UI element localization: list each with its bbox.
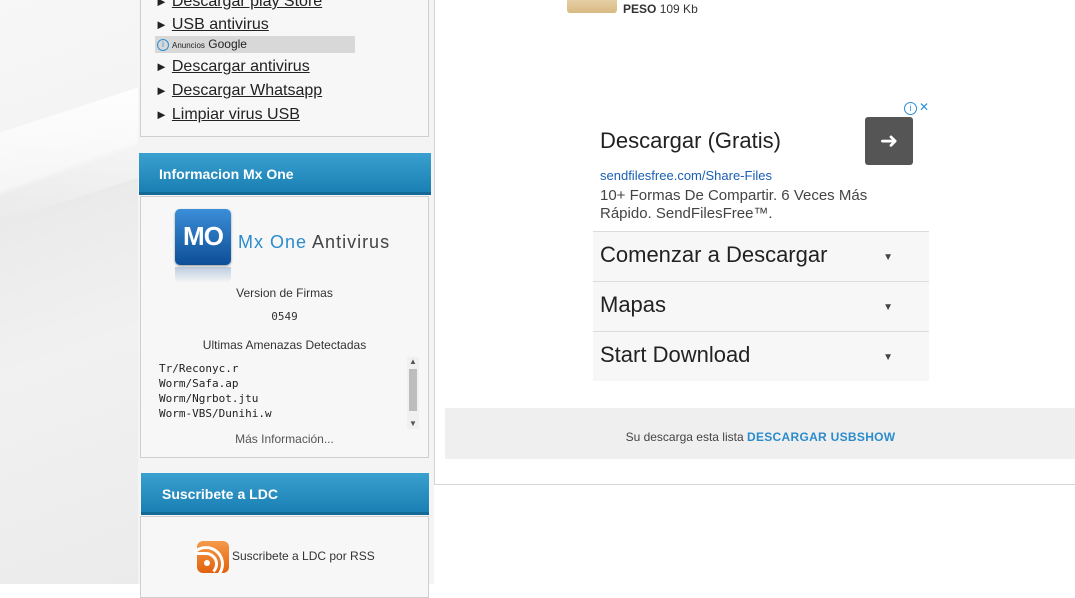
- ad-go-button[interactable]: ➜: [865, 117, 913, 165]
- peso-value: 109 Kb: [659, 2, 698, 16]
- link-label: Descargar antivirus: [171, 58, 310, 75]
- threats-list: Tr/Reconyc.r Worm/Safa.ap Worm/Ngrbot.jt…: [159, 361, 405, 427]
- caret-down-icon: ▼: [883, 252, 893, 263]
- file-size: PESO 109 Kb: [623, 2, 698, 16]
- subscribe-box: Suscribete a LDC por RSS: [140, 516, 429, 598]
- ad-row-label: Mapas: [600, 292, 667, 317]
- brand-blue: Mx One: [238, 232, 308, 252]
- arrow-right-icon: ►: [155, 107, 168, 122]
- scroll-down-icon[interactable]: ▼: [407, 419, 419, 429]
- link-limpiar-virus-usb[interactable]: ► Limpiar virus USB: [155, 106, 300, 124]
- threat-item: Worm/Ngrbot.jtu: [159, 392, 259, 405]
- ad-choices[interactable]: i ✕: [897, 100, 929, 116]
- mx-one-logo[interactable]: MO: [175, 209, 231, 265]
- link-label: Descargar play Store: [171, 0, 323, 10]
- links-box: ► Descargar play Store ► USB antivirus i An…: [140, 0, 429, 137]
- firmas-label: Version de Firmas: [236, 286, 333, 300]
- caret-down-icon: ▼: [883, 352, 893, 363]
- ad-row-start-download[interactable]: Start Download ▼: [593, 331, 929, 381]
- ad-url[interactable]: sendfilesfree.com/Share-Files: [600, 168, 772, 183]
- rss-icon[interactable]: [188, 541, 229, 582]
- close-icon[interactable]: ✕: [919, 100, 929, 114]
- link-descargar-whatsapp[interactable]: ► Descargar Whatsapp: [155, 82, 322, 100]
- ad-row-mapas[interactable]: Mapas ▼: [593, 281, 929, 331]
- link-label: USB antivirus: [171, 16, 269, 33]
- ads-brand: Google: [208, 37, 247, 51]
- google-ads-bar[interactable]: i Anuncios Google: [155, 36, 355, 53]
- threat-item: Worm-VBS/Dunihi.w: [159, 407, 272, 420]
- firmas-value: 0549: [271, 310, 298, 323]
- threat-item: Tr/Reconyc.r: [159, 362, 239, 375]
- link-label: Limpiar virus USB: [171, 106, 300, 123]
- info-icon[interactable]: i: [903, 102, 917, 115]
- logo-text: MO: [183, 221, 224, 251]
- page-background: [0, 0, 138, 584]
- arrow-right-icon: ►: [155, 0, 168, 9]
- peso-label: PESO: [623, 2, 657, 16]
- ad-unit: i ✕ Descargar (Gratis) ➜ sendfilesfree.co…: [593, 100, 929, 381]
- threat-item: Worm/Safa.ap: [159, 377, 239, 390]
- ad-row-label: Comenzar a Descargar: [600, 242, 828, 267]
- arrow-right-icon: ►: [155, 59, 168, 74]
- brand-dark: Antivirus: [312, 232, 391, 252]
- section-title: Informacion Mx One: [159, 166, 294, 182]
- caret-down-icon: ▼: [883, 302, 893, 313]
- download-link[interactable]: DESCARGAR USBSHOW: [747, 430, 895, 444]
- arrow-right-icon: ➜: [879, 128, 899, 153]
- arrow-right-icon: ►: [155, 17, 168, 32]
- info-section-header: Informacion Mx One: [139, 153, 431, 195]
- subscribe-section-header: Suscribete a LDC: [141, 473, 429, 515]
- ad-row-comenzar[interactable]: Comenzar a Descargar ▼: [593, 231, 929, 281]
- logo-reflection: [175, 267, 231, 283]
- download-text: Su descarga esta lista: [625, 430, 744, 444]
- section-title: Suscribete a LDC: [162, 486, 278, 502]
- sidebar: ► Descargar play Store ► USB antivirus i An…: [138, 0, 434, 598]
- scroll-thumb[interactable]: [409, 369, 417, 411]
- ad-description: 10+ Formas De Compartir. 6 Veces Más Ráp…: [600, 187, 868, 222]
- link-usb-antivirus[interactable]: ► USB antivirus: [155, 16, 269, 34]
- download-ready-bar: Su descarga esta lista DESCARGAR USBSHOW: [445, 408, 1075, 459]
- threats-label: Ultimas Amenazas Detectadas: [202, 338, 367, 352]
- ad-row-label: Start Download: [600, 342, 751, 367]
- rss-link[interactable]: Suscribete a LDC por RSS: [232, 549, 375, 563]
- info-icon[interactable]: i: [157, 38, 169, 51]
- main-content: PESO 109 Kb i ✕ Descargar (Gratis) ➜ send…: [434, 0, 1075, 485]
- info-box: MO Mx One Antivirus Version de Firmas 05…: [140, 196, 429, 458]
- link-descargar-play-store[interactable]: ► Descargar play Store: [155, 0, 322, 11]
- mx-one-title: Mx One Antivirus: [238, 232, 390, 253]
- more-info-link[interactable]: Más Información...: [141, 432, 428, 446]
- scroll-up-icon[interactable]: ▲: [407, 357, 419, 367]
- background-stripe: [0, 87, 138, 223]
- ad-title[interactable]: Descargar (Gratis): [600, 128, 781, 154]
- link-label: Descargar Whatsapp: [171, 82, 323, 99]
- link-descargar-antivirus[interactable]: ► Descargar antivirus: [155, 58, 310, 76]
- threats-scrollbar[interactable]: ▲ ▼: [407, 357, 419, 429]
- arrow-right-icon: ►: [155, 83, 168, 98]
- ads-label: Anuncios: [172, 41, 205, 50]
- file-thumbnail: [567, 0, 617, 13]
